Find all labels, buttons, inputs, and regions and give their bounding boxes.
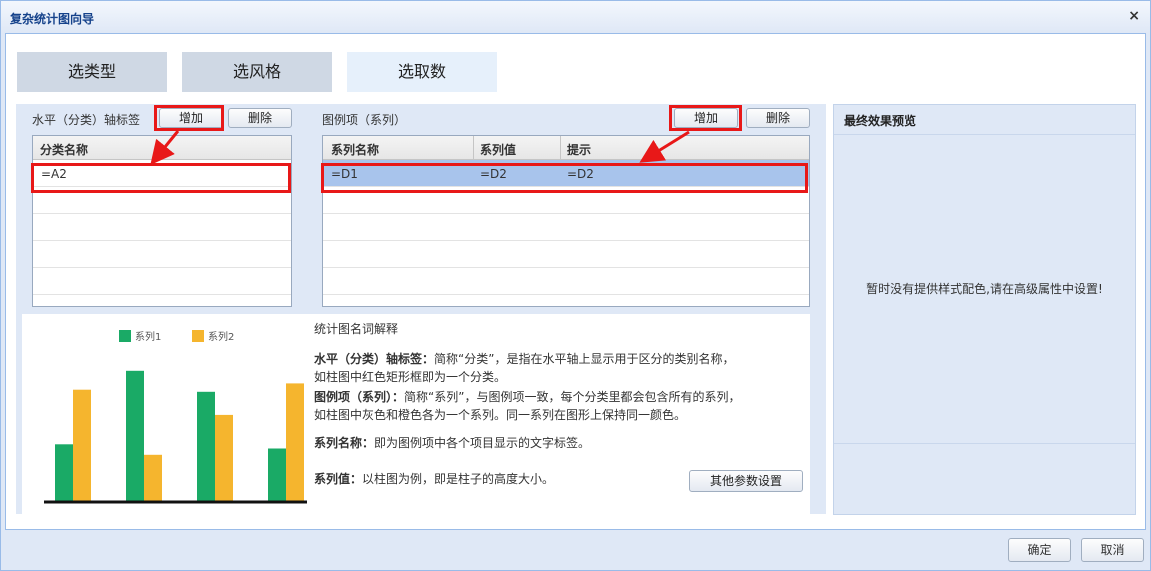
dialog-body: 选类型 选风格 选取数 水平（分类）轴标签 增加 删除 分类名称 =A2 图例项… [5,33,1146,530]
explanation-item: 系列名称：即为图例项中各个项目显示的文字标签。 [314,434,744,452]
explanation-text: 即为图例项中各个项目显示的文字标签。 [374,436,591,450]
bar-2-1 [73,389,91,501]
explanation-item: 水平（分类）轴标签：简称“分类”，是指在水平轴上显示用于区分的类别名称，如柱图中… [314,350,744,386]
category-name-column: 分类名称 [40,143,89,157]
explanation-text: 以柱图为例，即是柱子的高度大小。 [362,472,555,486]
table-row[interactable]: =A2 [33,160,291,187]
explanation-term: 水平（分类）轴标签： [314,352,435,366]
category-add-button[interactable]: 增加 [159,108,223,128]
legend-label-2: 系列2 [208,330,234,343]
legend-label: 图例项（系列） [322,113,407,127]
category-cell: =A2 [41,167,67,181]
category-grid: 分类名称 =A2 [32,135,292,307]
table-row[interactable] [33,241,291,268]
bar-2-2 [144,454,162,501]
preview-message: 暂时没有提供样式配色,请在高级属性中设置! [866,282,1103,296]
table-row[interactable] [323,268,809,295]
series-name-cell: =D1 [331,167,358,181]
tooltip-column: 提示 [567,143,592,157]
category-grid-header: 分类名称 [33,136,291,160]
bar-2-4 [286,383,304,501]
category-axis-label: 水平（分类）轴标签 [32,113,141,127]
legend-label-1: 系列1 [135,330,161,343]
table-row[interactable] [33,214,291,241]
explanation-term: 系列名称： [314,436,375,450]
legend-delete-button[interactable]: 删除 [746,108,810,128]
legend-grid-header: 系列名称 系列值 提示 [323,136,809,160]
close-icon[interactable]: × [1128,8,1140,24]
tooltip-cell: =D2 [567,167,594,181]
explanation-item: 图例项（系列）：简称“系列”，与图例项一致，每个分类里都会包含所有的系列，如柱图… [314,388,744,424]
table-row[interactable] [323,241,809,268]
explanation-term: 图例项（系列）： [314,390,405,404]
dialog-title: 复杂统计图向导 [10,12,95,26]
explanation-item: 系列值：以柱图为例，即是柱子的高度大小。 [314,470,744,488]
bar-1-3 [197,391,215,501]
category-delete-button[interactable]: 删除 [228,108,292,128]
step-select-data[interactable]: 选取数 [347,52,497,92]
series-name-column: 系列名称 [331,143,380,157]
legend-add-button[interactable]: 增加 [674,108,738,128]
legend-swatch-1 [119,330,131,342]
bar-1-2 [126,370,144,501]
table-row[interactable] [33,268,291,295]
table-row[interactable] [323,214,809,241]
preview-panel: 最终效果预览 暂时没有提供样式配色,请在高级属性中设置! [833,104,1136,515]
explanation-title: 统计图名词解释 [314,322,399,336]
bar-1-4 [268,448,286,501]
bar-2-3 [215,414,233,501]
cancel-button[interactable]: 取消 [1081,538,1144,562]
explanation-panel: 系列1 系列2 统计图名词解释 水平（分类）轴标签：简称“分类”，是指在水平轴上显… [22,314,810,514]
chart-wizard-dialog: 复杂统计图向导 × 选类型 选风格 选取数 水平（分类）轴标签 增加 删除 分类… [0,0,1151,571]
table-row[interactable] [33,187,291,214]
table-row[interactable] [323,187,809,214]
legend-swatch-2 [192,330,204,342]
bar-1-1 [55,444,73,501]
legend-grid: 系列名称 系列值 提示 =D1 =D2 =D2 [322,135,810,307]
series-value-cell: =D2 [480,167,507,181]
preview-header: 最终效果预览 [834,105,1135,135]
table-row[interactable]: =D1 =D2 =D2 [323,160,809,187]
preview-title: 最终效果预览 [844,114,917,128]
explanation-term: 系列值： [314,472,363,486]
step-select-type[interactable]: 选类型 [17,52,167,92]
series-value-column: 系列值 [480,143,517,157]
ok-button[interactable]: 确定 [1008,538,1071,562]
dialog-titlebar[interactable]: 复杂统计图向导 × [1,1,1150,33]
other-settings-button[interactable]: 其他参数设置 [689,470,803,492]
step-select-style[interactable]: 选风格 [182,52,332,92]
example-bar-chart: 系列1 系列2 [44,330,307,504]
